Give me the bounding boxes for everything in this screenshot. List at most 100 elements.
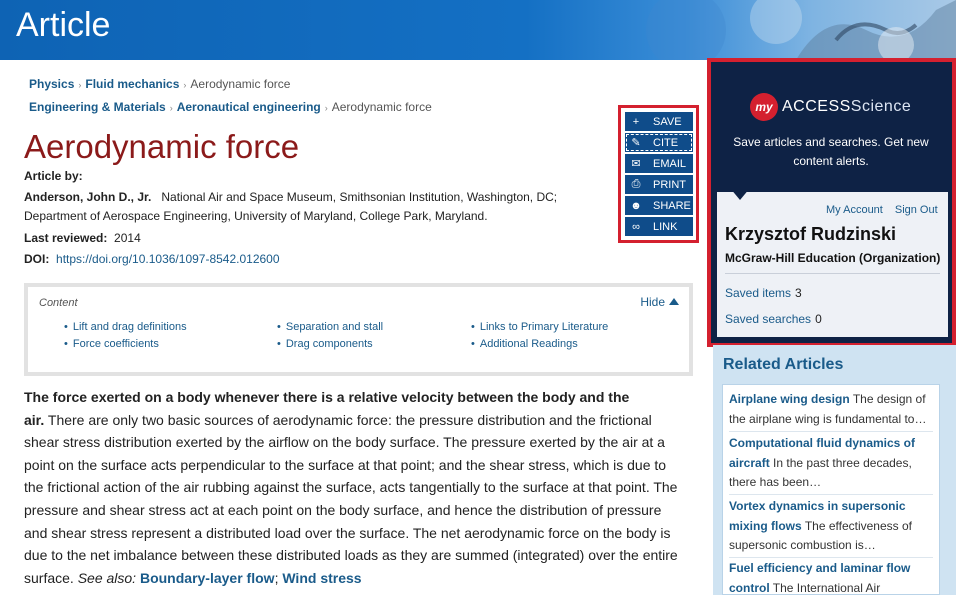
toc-link[interactable]: Force coefficients — [64, 338, 187, 355]
user-organization: McGraw-Hill Education (Organization) — [725, 251, 941, 265]
cite-button[interactable]: ✎ CITE — [625, 133, 693, 152]
my-account-link[interactable]: My Account — [826, 204, 883, 216]
brand-access: ACCESS — [782, 98, 851, 115]
doi-link[interactable]: https://doi.org/10.1036/1097-8542.012600 — [56, 252, 280, 266]
author-affiliation-1: National Air and Space Museum, Smithsoni… — [161, 190, 558, 204]
user-name: Krzysztof Rudzinski — [725, 224, 897, 244]
body-line: due to the net imbalance between these d… — [24, 547, 678, 564]
related-article-title[interactable]: Airplane wing design — [729, 392, 850, 406]
hide-contents-button[interactable]: Hide — [640, 295, 679, 309]
related-article-item[interactable]: Vortex dynamics in supersonic mixing flo… — [729, 497, 937, 556]
envelope-icon: ✉ — [631, 158, 641, 170]
body-text: surface. — [24, 569, 74, 586]
breadcrumb-link-aeronautical-engineering[interactable]: Aeronautical engineering — [177, 100, 321, 114]
breadcrumb-primary: Physics › Fluid mechanics › Aerodynamic forc… — [29, 77, 290, 91]
toc-link[interactable]: Links to Primary Literature — [471, 321, 608, 338]
toc-link[interactable]: Separation and stall — [277, 321, 383, 338]
divider — [729, 494, 933, 495]
divider — [729, 557, 933, 558]
related-article-item[interactable]: Fuel efficiency and laminar flow control… — [729, 559, 937, 595]
lead-definition: The force exerted on a body whenever the… — [24, 389, 630, 405]
toc-link[interactable]: Lift and drag definitions — [64, 321, 187, 338]
author-name: Anderson, John D., Jr. — [24, 190, 152, 204]
link-icon: ∞ — [632, 220, 640, 233]
link-separator: ; — [274, 569, 279, 586]
breadcrumb-separator-icon: › — [169, 103, 173, 113]
see-also-link-boundary-layer-flow[interactable]: Boundary-layer flow — [140, 570, 275, 586]
cite-button-label: CITE — [653, 136, 679, 149]
brand-science: Science — [850, 98, 912, 115]
author-line: Anderson, John D., Jr. National Air and … — [24, 190, 557, 204]
article-title: Aerodynamic force — [24, 128, 300, 165]
saved-searches-link[interactable]: Saved searches 0 — [725, 312, 822, 326]
breadcrumb-separator-icon: › — [78, 80, 82, 90]
breadcrumb-separator-icon: › — [183, 80, 187, 90]
header-decorative-art — [646, 0, 956, 60]
printer-icon: ⎙ — [631, 178, 641, 190]
related-article-snippet: The International Air — [772, 580, 881, 595]
save-button[interactable]: + SAVE — [625, 112, 693, 131]
body-line: pressure and shear stress act at each po… — [24, 501, 662, 518]
email-button-label: EMAIL — [653, 157, 687, 170]
table-of-contents: Content Hide Lift and drag definitions F… — [24, 283, 693, 376]
breadcrumb-separator-icon: › — [324, 103, 328, 113]
last-reviewed-value: 2014 — [114, 231, 141, 245]
article-by-label: Article by: — [24, 169, 83, 183]
body-line: surface. See also: Boundary-layer flow; … — [24, 567, 696, 590]
body-text: There are only two basic sources of aero… — [47, 411, 652, 428]
related-articles-title: Related Articles — [723, 356, 844, 373]
breadcrumb-link-fluid-mechanics[interactable]: Fluid mechanics — [85, 77, 179, 91]
body-line: air. There are only two basic sources of… — [24, 409, 696, 432]
contents-label: Content — [39, 297, 78, 309]
author-affiliation-2: Department of Aerospace Engineering, Uni… — [24, 209, 488, 223]
breadcrumb-link-engineering-materials[interactable]: Engineering & Materials — [29, 100, 166, 114]
doi-label: DOI: — [24, 252, 50, 266]
my-badge: my — [750, 93, 778, 121]
breadcrumb-current: Aerodynamic force — [331, 100, 432, 114]
lead-definition-end: air. — [24, 411, 45, 428]
plus-icon: + — [632, 115, 640, 128]
toc-column-3: Links to Primary Literature Additional R… — [471, 321, 608, 355]
last-reviewed-label: Last reviewed: — [24, 231, 108, 245]
body-line: point on the surface acts perpendicular … — [24, 456, 667, 473]
pencil-icon: ✎ — [631, 137, 641, 149]
account-links: My Account Sign Out — [826, 204, 938, 216]
toc-link[interactable]: Drag components — [277, 338, 383, 355]
see-also-label: See also: — [77, 569, 137, 586]
related-article-item[interactable]: Computational fluid dynamics of aircraft… — [729, 434, 937, 493]
body-line: and shear stress represent a distributed… — [24, 524, 671, 541]
related-article-item[interactable]: Airplane wing design The design of the a… — [729, 390, 937, 429]
see-also-link-wind-stress[interactable]: Wind stress — [282, 570, 361, 586]
last-reviewed: Last reviewed: 2014 — [24, 231, 141, 245]
saved-items-label: Saved items — [725, 286, 792, 300]
breadcrumb-current: Aerodynamic force — [190, 77, 291, 91]
body-line: The force exerted on a body whenever the… — [24, 386, 696, 409]
link-button[interactable]: ∞ LINK — [625, 217, 693, 236]
body-line: the frictional action of the air rubbing… — [24, 479, 678, 496]
saved-searches-label: Saved searches — [725, 312, 812, 326]
saved-searches-count: 0 — [815, 312, 822, 326]
save-button-label: SAVE — [653, 115, 682, 128]
saved-items-count: 3 — [795, 286, 802, 300]
breadcrumb-link-physics[interactable]: Physics — [29, 77, 74, 91]
my-access-science-logo: my ACCESSScience — [750, 93, 911, 121]
divider — [725, 273, 940, 274]
saved-items-link[interactable]: Saved items 3 — [725, 286, 802, 300]
share-button-label: SHARE — [653, 199, 691, 212]
caret-up-icon — [669, 298, 679, 306]
toc-column-2: Separation and stall Drag components — [277, 321, 383, 355]
card-notch — [730, 188, 750, 200]
toc-column-1: Lift and drag definitions Force coeffici… — [64, 321, 187, 355]
hide-label: Hide — [640, 295, 665, 309]
doi-row: DOI: https://doi.org/10.1036/1097-8542.0… — [24, 252, 280, 266]
article-body: The force exerted on a body whenever the… — [24, 386, 696, 589]
print-button[interactable]: ⎙ PRINT — [625, 175, 693, 194]
page-header: Article — [0, 0, 956, 60]
share-button[interactable]: ☻ SHARE — [625, 196, 693, 215]
email-button[interactable]: ✉ EMAIL — [625, 154, 693, 173]
sign-out-link[interactable]: Sign Out — [895, 204, 938, 216]
toc-link[interactable]: Additional Readings — [471, 338, 608, 355]
body-line: shear stress distribution exerted by the… — [24, 434, 665, 451]
link-button-label: LINK — [653, 220, 678, 233]
page-section-title: Article — [16, 6, 111, 44]
